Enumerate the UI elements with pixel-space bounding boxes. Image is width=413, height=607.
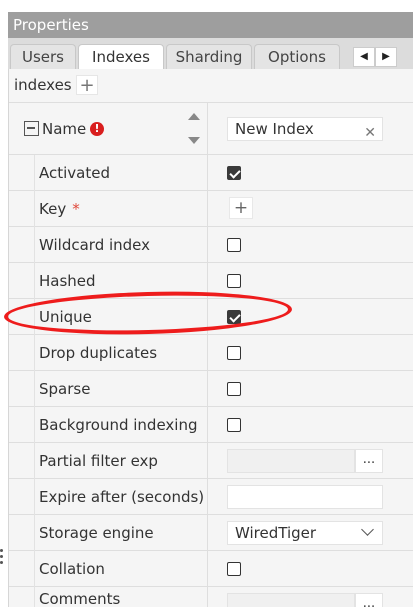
properties-grid: indexes + Name ! New Index ✕ Activated K… bbox=[8, 69, 413, 607]
drop-duplicates-label: Drop duplicates bbox=[39, 344, 158, 362]
wildcard-checkbox[interactable] bbox=[227, 238, 241, 252]
required-marker: * bbox=[72, 200, 80, 218]
tab-sharding[interactable]: Sharding bbox=[166, 44, 252, 69]
comments-label: Comments bbox=[39, 590, 121, 607]
wildcard-label: Wildcard index bbox=[39, 236, 151, 254]
background-indexing-row: Background indexing bbox=[9, 407, 413, 443]
indexes-section-header: indexes + bbox=[9, 69, 413, 103]
move-down-icon[interactable] bbox=[188, 137, 200, 144]
name-row: Name ! New Index ✕ bbox=[9, 103, 413, 155]
resize-grip-icon[interactable] bbox=[0, 549, 4, 569]
comments-field[interactable] bbox=[227, 593, 355, 607]
sparse-row: Sparse bbox=[9, 371, 413, 407]
drop-duplicates-row: Drop duplicates bbox=[9, 335, 413, 371]
move-up-icon[interactable] bbox=[188, 113, 200, 120]
hashed-label: Hashed bbox=[39, 272, 96, 290]
tab-users[interactable]: Users bbox=[10, 44, 76, 69]
comments-row: Comments ... bbox=[9, 587, 413, 607]
hashed-checkbox[interactable] bbox=[227, 274, 241, 288]
sparse-checkbox[interactable] bbox=[227, 382, 241, 396]
sparse-label: Sparse bbox=[39, 380, 91, 398]
activated-label: Activated bbox=[39, 164, 110, 182]
storage-engine-label: Storage engine bbox=[39, 524, 154, 542]
activated-checkbox[interactable] bbox=[227, 166, 241, 180]
tab-options[interactable]: Options bbox=[254, 44, 340, 69]
indexes-label: indexes bbox=[14, 76, 72, 94]
name-label: Name bbox=[42, 120, 87, 138]
partial-filter-edit-button[interactable]: ... bbox=[355, 449, 383, 473]
background-indexing-checkbox[interactable] bbox=[227, 418, 241, 432]
key-label: Key bbox=[39, 200, 67, 218]
comments-edit-button[interactable]: ... bbox=[355, 593, 383, 607]
tab-strip: Users Indexes Sharding Options ◀ ▶ bbox=[8, 38, 413, 70]
add-index-icon[interactable]: + bbox=[76, 75, 98, 96]
tab-indexes[interactable]: Indexes bbox=[78, 44, 164, 70]
partial-filter-field[interactable] bbox=[227, 449, 355, 473]
index-name-input[interactable]: New Index ✕ bbox=[227, 117, 383, 141]
tab-scroll-right-icon[interactable]: ▶ bbox=[375, 47, 397, 67]
storage-engine-select[interactable]: WiredTiger bbox=[227, 521, 383, 545]
tab-scroll-left-icon[interactable]: ◀ bbox=[353, 47, 375, 67]
clear-icon[interactable]: ✕ bbox=[364, 122, 376, 144]
partial-filter-label: Partial filter exp bbox=[39, 452, 158, 470]
storage-engine-row: Storage engine WiredTiger bbox=[9, 515, 413, 551]
storage-engine-value: WiredTiger bbox=[235, 524, 317, 542]
expire-after-input[interactable] bbox=[227, 485, 383, 509]
partial-filter-row: Partial filter exp ... bbox=[9, 443, 413, 479]
chevron-down-icon bbox=[361, 523, 374, 536]
expire-after-label: Expire after (seconds) bbox=[39, 488, 205, 506]
collapse-icon[interactable] bbox=[24, 121, 39, 136]
drop-duplicates-checkbox[interactable] bbox=[227, 346, 241, 360]
key-row: Key * + bbox=[9, 191, 413, 227]
panel-title: Properties bbox=[8, 12, 413, 38]
wildcard-row: Wildcard index bbox=[9, 227, 413, 263]
expire-after-row: Expire after (seconds) bbox=[9, 479, 413, 515]
index-name-value: New Index bbox=[235, 120, 314, 138]
error-icon: ! bbox=[90, 122, 104, 136]
background-indexing-label: Background indexing bbox=[39, 416, 198, 434]
activated-row: Activated bbox=[9, 155, 413, 191]
collation-checkbox[interactable] bbox=[227, 562, 241, 576]
add-key-icon[interactable]: + bbox=[229, 197, 253, 219]
